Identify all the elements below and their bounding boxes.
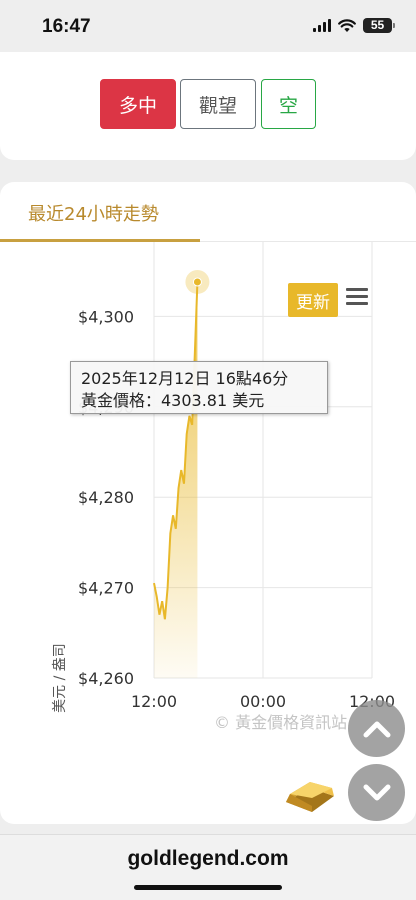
status-time: 16:47 xyxy=(42,16,91,37)
y-tick-label: $4,280 xyxy=(78,488,134,507)
tooltip-datetime: 2025年12月12日 16點46分 xyxy=(81,369,289,388)
tab-label: 最近24小時走勢 xyxy=(28,204,159,225)
sentiment-card: 多中 觀望 空 xyxy=(0,52,416,160)
chevron-up-icon xyxy=(363,721,390,737)
status-bar: 16:47 55 xyxy=(0,0,416,52)
x-tick-label: 12:00 xyxy=(131,692,177,711)
y-axis-label: 美元 / 盎司 xyxy=(52,643,68,713)
battery-icon: 55 xyxy=(363,18,395,33)
scroll-down-button[interactable] xyxy=(348,764,405,821)
hamburger-menu-icon[interactable] xyxy=(346,288,368,308)
browser-bottom-bar: goldlegend.com xyxy=(0,834,416,900)
tooltip-price: 黃金價格：4303.81 美元 xyxy=(81,391,265,410)
chart-tooltip: 2025年12月12日 16點46分 黃金價格：4303.81 美元 xyxy=(70,361,328,414)
watermark: © 黃金價格資訊站 xyxy=(214,713,348,732)
tab-bar: 最近24小時走勢 xyxy=(0,182,416,242)
price-area xyxy=(154,281,198,678)
wifi-icon xyxy=(338,18,356,32)
hover-marker xyxy=(192,277,202,287)
home-indicator[interactable] xyxy=(134,885,282,890)
long-button[interactable]: 多中 xyxy=(100,79,176,129)
y-tick-label: $4,300 xyxy=(78,307,134,326)
gold-bar-icon xyxy=(286,782,334,812)
y-tick-label: $4,260 xyxy=(78,669,134,688)
refresh-button[interactable]: 更新 xyxy=(288,283,338,317)
chevron-down-icon xyxy=(363,784,390,800)
watch-button[interactable]: 觀望 xyxy=(180,79,256,129)
url-label[interactable]: goldlegend.com xyxy=(0,847,416,871)
short-button[interactable]: 空 xyxy=(261,79,316,129)
tab-24h-trend[interactable]: 最近24小時走勢 xyxy=(0,182,200,242)
status-icons: 55 xyxy=(313,18,395,33)
scroll-up-button[interactable] xyxy=(348,700,405,757)
y-tick-label: $4,270 xyxy=(78,579,134,598)
cellular-signal-icon xyxy=(313,19,331,32)
